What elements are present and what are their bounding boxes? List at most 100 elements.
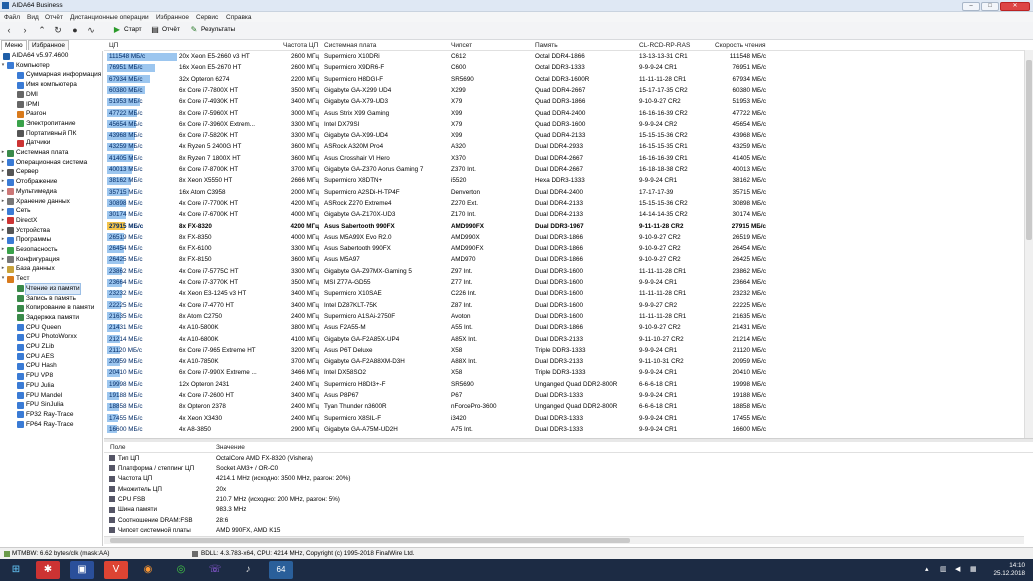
expand-toggle-icon[interactable]: ▸ bbox=[0, 216, 6, 226]
tree-item[interactable]: ▸ Сервер bbox=[0, 167, 102, 177]
table-row[interactable]: 23232 МБ/с 4x Xeon E3-1245 v3 HT 3400 МГц S… bbox=[104, 288, 1024, 299]
table-row[interactable]: 60380 МБ/с 6x Core i7-7800X HT 3500 МГц Gig… bbox=[104, 85, 1024, 96]
header-motherboard[interactable]: Системная плата bbox=[324, 42, 376, 49]
tree-item[interactable]: ▸ Программы bbox=[0, 235, 102, 245]
menu-view[interactable]: Вид bbox=[27, 14, 39, 21]
table-row[interactable]: 30898 МБ/с 4x Core i7-7700K HT 4200 МГц ASR… bbox=[104, 198, 1024, 209]
table-row[interactable]: 26519 МБ/с 8x FX-8350 4000 МГц Asus M5A99X … bbox=[104, 232, 1024, 243]
table-row[interactable]: 45654 МБ/с 6x Core i7-3960X Extrem... 3300… bbox=[104, 119, 1024, 130]
tree-item[interactable]: Датчики bbox=[0, 138, 102, 148]
detail-row[interactable]: Шина памяти 983.3 MHz bbox=[104, 505, 1024, 515]
tree-item[interactable]: ▸ Устройства bbox=[0, 226, 102, 236]
tree-item[interactable]: FPU Mandel bbox=[0, 391, 102, 401]
tree-item[interactable]: CPU ZLib bbox=[0, 342, 102, 352]
table-row[interactable]: 35715 МБ/с 16x Atom C3958 2000 МГц Supermic… bbox=[104, 187, 1024, 198]
viber-icon[interactable]: ☏ bbox=[203, 561, 227, 579]
table-row[interactable]: 47722 МБ/с 8x Core i7-5960X HT 3000 МГц Asu… bbox=[104, 108, 1024, 119]
detail-row[interactable]: Множитель ЦП 20x bbox=[104, 484, 1024, 494]
tree-item[interactable]: ▸ Сеть bbox=[0, 206, 102, 216]
expand-toggle-icon[interactable]: ▸ bbox=[0, 187, 6, 197]
tree-item[interactable]: CPU Hash bbox=[0, 361, 102, 371]
table-row[interactable]: 22225 МБ/с 4x Core i7-4770 HT 3400 МГц Inte… bbox=[104, 300, 1024, 311]
table-row[interactable]: 43968 МБ/с 6x Core i7-5820K HT 3300 МГц Gig… bbox=[104, 130, 1024, 141]
tray-keyboard-icon[interactable]: ▦ bbox=[970, 565, 977, 573]
tree-item[interactable]: DMI bbox=[0, 90, 102, 100]
table-row[interactable]: 67934 МБ/с 32x Opteron 6274 2200 МГц Superm… bbox=[104, 74, 1024, 85]
header-cpu[interactable]: ЦП bbox=[109, 42, 118, 49]
tree-item[interactable]: Копирование в памяти bbox=[0, 303, 102, 313]
expand-toggle-icon[interactable]: ▸ bbox=[0, 158, 6, 168]
table-row[interactable]: 76951 МБ/с 16x Xeon E5-2670 HT 2600 МГц Sup… bbox=[104, 62, 1024, 73]
tab-favorites[interactable]: Избранное bbox=[28, 40, 69, 50]
results-button[interactable]: ✎ Результаты bbox=[189, 25, 236, 35]
detail-row[interactable]: CPU FSB 210.7 MHz (исходно: 200 MHz, разг… bbox=[104, 494, 1024, 504]
report-button[interactable]: ▤ Отчёт bbox=[150, 25, 180, 35]
detail-row[interactable]: Тип ЦП OctalCore AMD FX-8320 (Vishera) bbox=[104, 453, 1024, 463]
tree-item[interactable]: ▸ Конфигурация bbox=[0, 255, 102, 265]
tree-item[interactable]: CPU PhotoWorxx bbox=[0, 332, 102, 342]
menu-help[interactable]: Справка bbox=[226, 14, 252, 21]
expand-toggle-icon[interactable]: ▸ bbox=[0, 177, 6, 187]
table-row[interactable]: 21120 МБ/с 6x Core i7-965 Extreme HT 3200 … bbox=[104, 345, 1024, 356]
detail-row[interactable]: Платформа / степпинг ЦП Socket AM3+ / OR-… bbox=[104, 463, 1024, 473]
tree-item[interactable]: Суммарная информация bbox=[0, 70, 102, 80]
table-row[interactable]: 20959 МБ/с 4x A10-7850K 3700 МГц Gigabyte G… bbox=[104, 356, 1024, 367]
table-row[interactable]: 21214 МБ/с 4x A10-6800K 4100 МГц Gigabyte G… bbox=[104, 334, 1024, 345]
up-icon[interactable]: ⌃ bbox=[37, 25, 47, 35]
firefox-icon[interactable]: ◉ bbox=[136, 561, 160, 579]
expand-toggle-icon[interactable]: ▸ bbox=[0, 206, 6, 216]
table-row[interactable]: 17455 МБ/с 4x Xeon X3430 2400 МГц Supermicr… bbox=[104, 413, 1024, 424]
header-read-speed[interactable]: Скорость чтения bbox=[715, 42, 766, 49]
menu-remote[interactable]: Дистанционные операции bbox=[70, 14, 149, 21]
tree-item[interactable]: FPU VP8 bbox=[0, 371, 102, 381]
tree-item[interactable]: CPU Queen bbox=[0, 323, 102, 333]
table-row[interactable]: 111548 МБ/с 20x Xeon E5-2660 v3 HT 2600 МГ… bbox=[104, 51, 1024, 62]
close-button[interactable]: ✕ bbox=[1000, 2, 1030, 11]
expand-toggle-icon[interactable]: ▸ bbox=[0, 235, 6, 245]
maximize-button[interactable]: □ bbox=[981, 2, 999, 11]
tree-item[interactable]: ▸ Отображение bbox=[0, 177, 102, 187]
tree-item[interactable]: Задержка памяти bbox=[0, 313, 102, 323]
tree-item[interactable]: ▸ Безопасность bbox=[0, 245, 102, 255]
tree-item[interactable]: ▸ Системная плата bbox=[0, 148, 102, 158]
expand-toggle-icon[interactable]: ▸ bbox=[0, 245, 6, 255]
detail-row[interactable]: Соотношение DRAM:FSB 28:6 bbox=[104, 515, 1024, 525]
app-icon-1[interactable]: ✱ bbox=[36, 561, 60, 579]
expand-toggle-icon[interactable]: ▸ bbox=[0, 264, 6, 274]
tree-item[interactable]: FP64 Ray-Trace bbox=[0, 420, 102, 430]
chrome-icon[interactable]: ◎ bbox=[169, 561, 193, 579]
tree-item[interactable]: ▾ Тест bbox=[0, 274, 102, 284]
aida64-taskbar-icon[interactable]: 64 bbox=[269, 561, 293, 579]
user-icon[interactable]: ● bbox=[70, 25, 80, 35]
detail-row[interactable]: Чипсет системной платы AMD 990FX, AMD K15 bbox=[104, 525, 1024, 535]
expand-toggle-icon[interactable]: ▸ bbox=[0, 148, 6, 158]
header-memory[interactable]: Память bbox=[535, 42, 558, 49]
menu-service[interactable]: Сервис bbox=[196, 14, 218, 21]
tray-arrow-icon[interactable]: ▴ bbox=[925, 565, 929, 573]
table-row[interactable]: 18858 МБ/с 8x Opteron 2378 2400 МГц Tyan Th… bbox=[104, 401, 1024, 412]
horizontal-scrollbar[interactable] bbox=[104, 536, 1024, 544]
media-icon[interactable]: ♪ bbox=[236, 561, 260, 579]
table-row[interactable]: 38162 МБ/с 8x Xeon X5550 HT 2666 МГц Superm… bbox=[104, 175, 1024, 186]
minimize-button[interactable]: – bbox=[962, 2, 980, 11]
table-row[interactable]: 23862 МБ/с 4x Core i7-5775C HT 3300 МГц Gig… bbox=[104, 266, 1024, 277]
table-row[interactable]: 19188 МБ/с 4x Core i7-2600 HT 3400 МГц Asus… bbox=[104, 390, 1024, 401]
table-row[interactable]: 20410 МБ/с 6x Core i7-990X Extreme ... 346… bbox=[104, 367, 1024, 378]
tree-item[interactable]: IPMI bbox=[0, 100, 102, 110]
table-row[interactable]: 30174 МБ/с 4x Core i7-6700K HT 4000 МГц Gig… bbox=[104, 209, 1024, 220]
start-button[interactable]: ▶ Старт bbox=[112, 25, 142, 35]
tree-item[interactable]: ▸ Мультимедиа bbox=[0, 187, 102, 197]
tree-item[interactable]: ▸ База данных bbox=[0, 264, 102, 274]
tree-item[interactable]: ▾ Компьютер bbox=[0, 61, 102, 71]
header-value[interactable]: Значение bbox=[216, 444, 245, 451]
expand-toggle-icon[interactable]: ▾ bbox=[0, 274, 6, 284]
start-menu-icon[interactable]: ⊞ bbox=[4, 561, 28, 579]
tree-item[interactable]: Разгон bbox=[0, 109, 102, 119]
tree-item[interactable]: CPU AES bbox=[0, 352, 102, 362]
tree-item[interactable]: FPU SinJulia bbox=[0, 400, 102, 410]
tree-item[interactable]: Электропитание bbox=[0, 119, 102, 129]
table-row[interactable]: 26454 МБ/с 6x FX-6100 3300 МГц Asus Saberto… bbox=[104, 243, 1024, 254]
refresh-icon[interactable]: ↻ bbox=[53, 25, 63, 35]
table-row[interactable]: 43259 МБ/с 4x Ryzen 5 2400G HT 3600 МГц ASR… bbox=[104, 141, 1024, 152]
tree-item[interactable]: FPU Julia bbox=[0, 381, 102, 391]
